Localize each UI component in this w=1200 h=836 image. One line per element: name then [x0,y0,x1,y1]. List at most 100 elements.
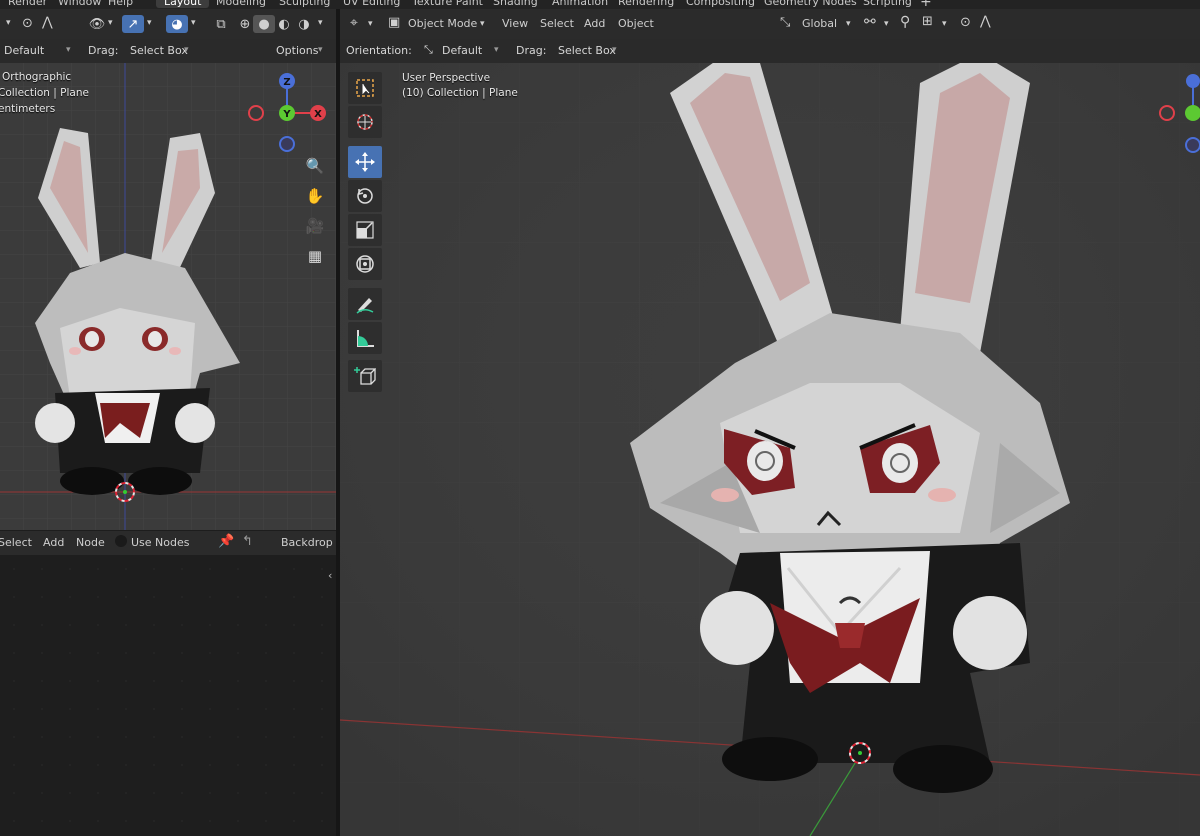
tab-geometry-nodes[interactable]: Geometry Nodes [764,0,857,8]
units-label: entimeters [0,103,56,115]
chevron-down-icon[interactable]: ▾ [318,18,323,28]
parent-arrow-icon[interactable]: ↰ [242,534,253,549]
chevron-down-icon[interactable]: ▾ [147,18,152,28]
node-menu-node[interactable]: Node [76,536,105,549]
tab-compositing[interactable]: Compositing [686,0,755,8]
collection-label: (10) Collection | Plane [402,87,518,99]
transform-orientation-select[interactable]: Global [802,17,837,30]
tab-scripting[interactable]: Scripting [863,0,912,8]
use-nodes-label: Use Nodes [131,536,190,549]
chevron-down-icon: ▾ [318,45,323,55]
left-3d-viewport[interactable]: Orthographic Collection | Plane entimete… [0,63,336,530]
solid-shading-icon[interactable]: ● [253,15,275,33]
measure-tool[interactable] [348,322,382,354]
falloff-curve-icon[interactable]: ⋀ [980,14,991,29]
menu-object[interactable]: Object [618,17,654,30]
chevron-down-icon: ▾ [612,45,617,55]
main-3d-viewport[interactable]: User Perspective (10) Collection | Plane [340,63,1200,836]
chevron-down-icon[interactable]: ▾ [191,18,196,28]
orientation-select[interactable]: Default [4,44,44,57]
node-menu-select[interactable]: Select [0,536,32,549]
drag-select[interactable]: Select Box [558,44,616,57]
visibility-eye-icon[interactable]: 👁 [86,15,108,33]
view-type-label: User Perspective [402,72,491,84]
chevron-down-icon[interactable]: ▾ [108,18,113,28]
navigation-gizmo[interactable]: Z Y X [240,71,336,157]
add-workspace-button[interactable]: + [920,0,932,9]
xray-toggle-icon[interactable]: ⧉ [210,15,232,33]
chevron-down-icon: ▾ [184,45,189,55]
drag-label: Drag: [88,44,119,57]
chevron-down-icon: ▾ [846,19,851,29]
menu-window[interactable]: Window [58,0,101,8]
transform-orientation-icon: ⤡ [780,15,791,30]
options-dropdown[interactable]: Options [276,44,318,57]
chevron-down-icon: ▾ [480,19,485,29]
menu-help[interactable]: Help [108,0,133,8]
navigation-gizmo[interactable] [1155,71,1200,161]
tab-sculpting[interactable]: Sculpting [279,0,330,8]
main-viewport-header: ⌖ ▾ ▣ Object Mode ▾ View Select Add Obje… [340,9,1200,39]
editor-type-icon[interactable]: ⌖ [350,15,358,31]
main-tool-settings: Orientation: ⤡ Default ▾ Drag: Select Bo… [340,39,1200,63]
sidebar-toggle-icon[interactable]: ‹ [328,569,332,582]
ortho-grid-icon[interactable]: ▦ [304,245,326,267]
cursor-tool[interactable] [348,106,382,138]
pan-hand-icon[interactable]: ✋ [304,185,326,207]
chevron-down-icon[interactable]: ▾ [884,19,889,29]
camera-view-icon[interactable]: 🎥 [304,215,326,237]
pin-icon[interactable]: 📌 [218,534,234,549]
chevron-down-icon: ▾ [494,45,499,55]
menu-view[interactable]: View [502,17,528,30]
tab-shading[interactable]: Shading [493,0,538,8]
node-grid [0,555,338,836]
move-tool[interactable] [348,146,382,178]
collection-label: Collection | Plane [0,87,89,99]
select-box-tool[interactable] [348,72,382,104]
tab-modeling[interactable]: Modeling [216,0,266,8]
use-nodes-checkbox[interactable] [115,535,127,547]
transform-tool[interactable] [348,248,382,280]
pivot-point-icon[interactable]: ⚯ [864,14,876,30]
node-menu-add[interactable]: Add [43,536,64,549]
menu-render[interactable]: Render [8,0,47,8]
scale-tool[interactable] [348,214,382,246]
annotate-tool[interactable] [348,288,382,320]
rotate-tool[interactable] [348,180,382,212]
x-axis-label: X [314,109,322,120]
chevron-down-icon[interactable]: ▾ [368,19,373,29]
proportional-editing-icon[interactable]: ⊙ [960,15,971,30]
drag-select[interactable]: Select Box [130,44,188,57]
zoom-icon[interactable]: 🔍 [304,155,326,177]
rendered-shading-icon[interactable]: ◑ [293,15,315,33]
falloff-curve-icon[interactable]: ⋀ [42,15,53,30]
add-cube-tool[interactable] [348,360,382,392]
chevron-down-icon[interactable]: ▾ [942,19,947,29]
backdrop-button[interactable]: Backdrop [281,536,333,549]
chevron-down-icon[interactable]: ▾ [6,18,11,28]
workspace-bar: Render Window Help Layout Modeling Sculp… [0,0,1200,9]
view-type-label: Orthographic [2,71,72,83]
tab-layout[interactable]: Layout [156,0,210,8]
circle-dot-icon[interactable]: ⊙ [22,16,33,31]
orientation-label: Orientation: [346,44,412,57]
y-axis-label: Y [282,109,291,120]
gizmo-toggle-icon[interactable]: ↗ [122,15,144,33]
snap-magnet-icon[interactable]: ⚲ [900,14,910,30]
snap-target-icon[interactable]: ⊞ [922,14,933,29]
material-shading-icon[interactable]: ◐ [273,15,295,33]
tab-uv-editing[interactable]: UV Editing [343,0,400,8]
chevron-down-icon: ▾ [66,45,71,55]
orientation-icon: ⤡ [424,43,433,56]
overlays-toggle-icon[interactable]: ◕ [166,15,188,33]
node-editor-canvas[interactable]: ‹ [0,555,338,836]
menu-add[interactable]: Add [584,17,605,30]
tab-texture-paint[interactable]: Texture Paint [412,0,483,8]
menu-select[interactable]: Select [540,17,574,30]
z-axis-label: Z [283,77,290,88]
object-mode-select[interactable]: Object Mode [408,17,477,30]
viewport-scene [340,63,1200,836]
tab-animation[interactable]: Animation [552,0,608,8]
tab-rendering[interactable]: Rendering [618,0,674,8]
orientation-select[interactable]: Default [442,44,482,57]
